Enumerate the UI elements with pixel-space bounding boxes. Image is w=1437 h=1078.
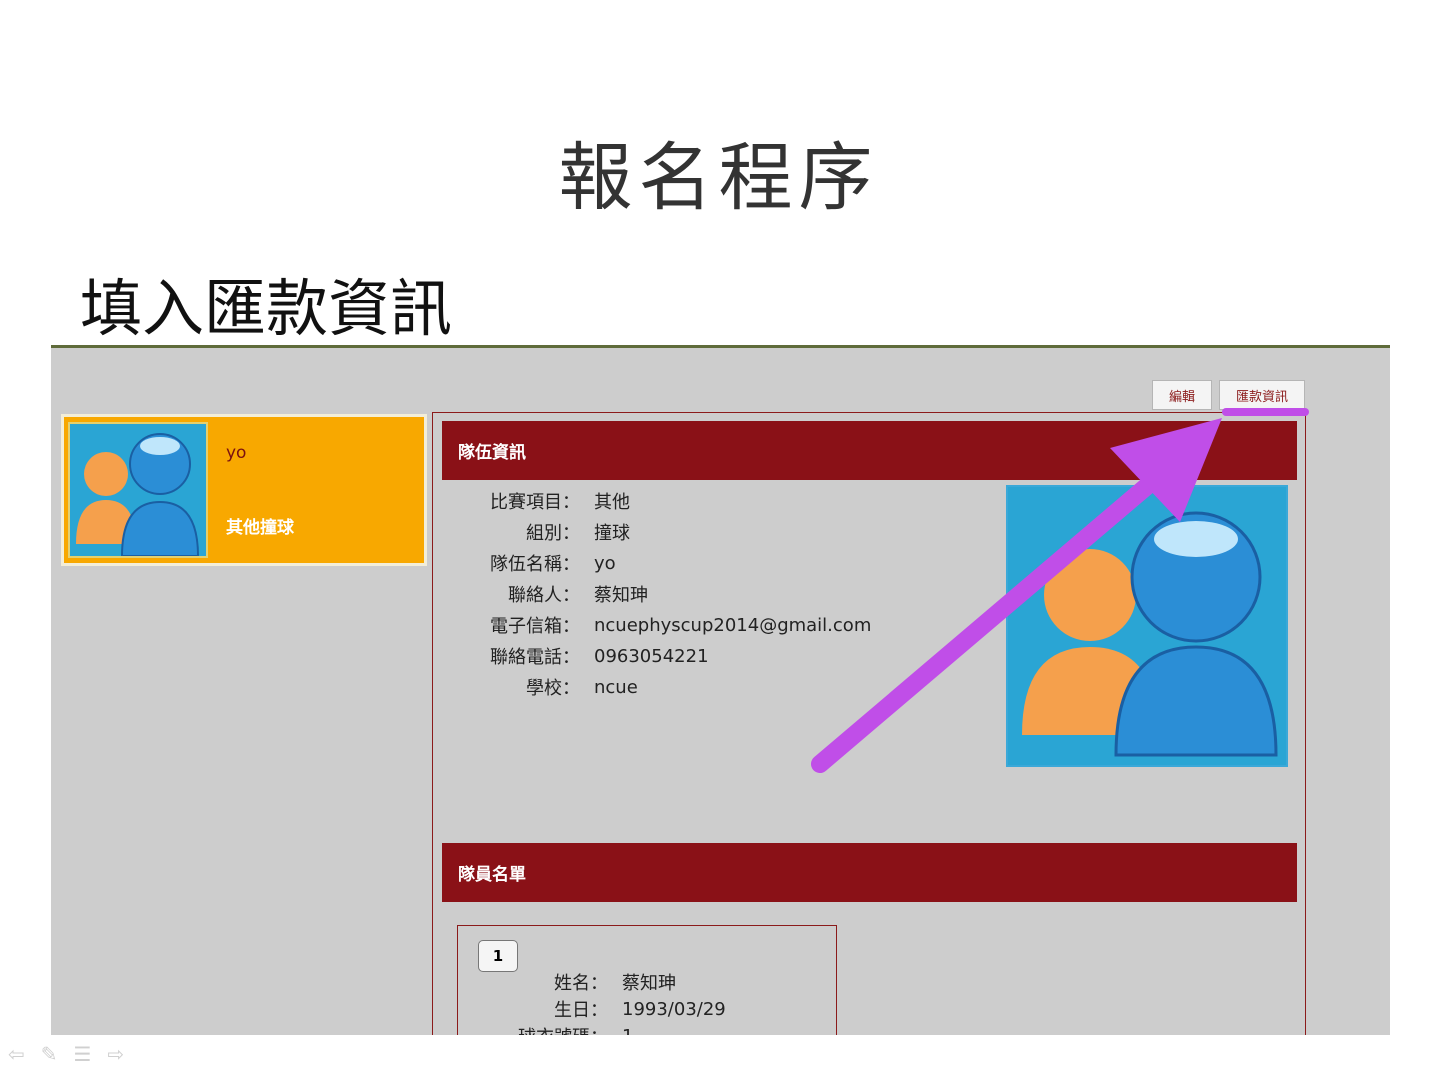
- info-value: 蔡知珅: [594, 585, 648, 606]
- info-value: yo: [594, 552, 616, 574]
- slide-subtitle: 填入匯款資訊: [80, 272, 453, 345]
- team-avatar-icon: [68, 422, 208, 558]
- menu-icon[interactable]: ☰: [74, 1042, 92, 1066]
- info-row-email: 電子信箱： ncuephyscup2014@gmail.com: [433, 611, 871, 639]
- slide-title: 報名程序: [558, 135, 879, 221]
- info-row-group: 組別： 撞球: [433, 518, 630, 546]
- info-label: 隊伍名稱：: [490, 554, 580, 575]
- team-info-header: 隊伍資訊: [442, 421, 1297, 480]
- team-card-name: yo: [226, 443, 247, 463]
- team-detail-panel: 隊伍資訊 比賽項目： 其他 組別： 撞球 隊伍名稱： yo 聯絡人： 蔡知珅 電…: [432, 412, 1306, 1035]
- info-label: 比賽項目：: [490, 492, 580, 513]
- embedded-screenshot: 編輯 匯款資訊 yo 其他撞球 隊伍資訊 比賽項目： 其他 組別： 撞球 隊伍名…: [51, 345, 1390, 1035]
- info-row-school: 學校： ncue: [433, 673, 638, 701]
- info-label: 學校：: [526, 678, 580, 699]
- member-number: 1: [478, 940, 518, 972]
- slide-nav: ⇦ ✎ ☰ ⇨: [8, 1042, 124, 1066]
- prev-slide-icon[interactable]: ⇦: [8, 1042, 25, 1066]
- info-row-event: 比賽項目： 其他: [433, 487, 630, 515]
- pen-icon[interactable]: ✎: [41, 1042, 58, 1066]
- payment-info-button[interactable]: 匯款資訊: [1219, 380, 1305, 410]
- info-label: 組別：: [526, 523, 580, 544]
- info-value: 其他: [594, 492, 630, 513]
- team-card-category: 其他撞球: [226, 518, 294, 538]
- info-row-phone: 聯絡電話： 0963054221: [433, 642, 709, 670]
- member-label: 球衣號碼：: [458, 1023, 608, 1035]
- info-label: 電子信箱：: [490, 616, 580, 637]
- member-value: 1993/03/29: [622, 998, 726, 1020]
- info-label: 聯絡人：: [508, 585, 580, 606]
- info-row-team-name: 隊伍名稱： yo: [433, 549, 616, 577]
- info-value: 0963054221: [594, 645, 709, 667]
- member-value: 1: [622, 1026, 633, 1036]
- members-header: 隊員名單: [442, 843, 1297, 902]
- info-label: 聯絡電話：: [490, 647, 580, 668]
- member-value: 蔡知珅: [622, 973, 676, 994]
- info-value: 撞球: [594, 523, 630, 544]
- info-value: ncuephyscup2014@gmail.com: [594, 614, 872, 636]
- member-row-birthday: 生日： 1993/03/29: [458, 996, 726, 1022]
- member-label: 姓名：: [554, 973, 608, 994]
- member-label: 生日：: [554, 1000, 608, 1021]
- member-row-jersey: 球衣號碼： 1: [458, 1023, 633, 1036]
- team-card[interactable]: yo 其他撞球: [61, 414, 427, 566]
- info-row-contact: 聯絡人： 蔡知珅: [433, 580, 648, 608]
- member-row-name: 姓名： 蔡知珅: [458, 969, 676, 995]
- team-photo: [1006, 485, 1288, 767]
- edit-button[interactable]: 編輯: [1152, 380, 1212, 410]
- next-slide-icon[interactable]: ⇨: [107, 1042, 124, 1066]
- info-value: ncue: [594, 676, 638, 698]
- member-card: 1 姓名： 蔡知珅 生日： 1993/03/29 球衣號碼： 1: [457, 925, 837, 1035]
